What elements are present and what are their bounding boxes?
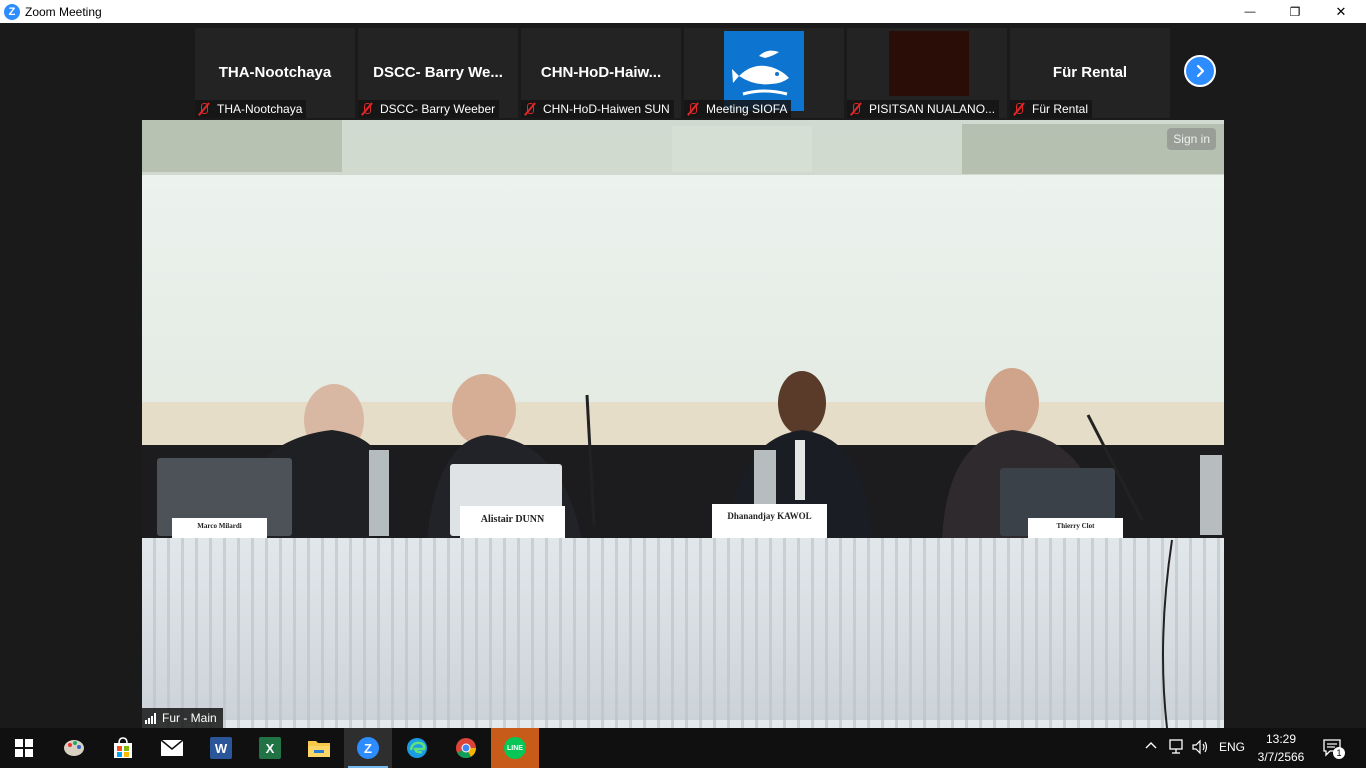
notification-count-badge: 1 [1333,747,1345,759]
taskbar-clock[interactable]: 13:29 3/7/2566 [1254,730,1308,766]
edge-browser-icon [407,738,427,758]
line-icon: LINE [504,737,526,759]
fish-logo-icon [732,50,789,96]
siofa-logo [724,31,804,111]
windows-taskbar: W X Z LINE ENG 13:29 3/7/2566 1 [0,728,1366,768]
participant-label: Für Rental [1010,100,1093,118]
excel-icon: X [259,737,281,759]
taskbar-paint-app[interactable] [50,728,98,768]
participant-thumbnail[interactable]: CHN-HoD-Haiw... CHN-HoD-Haiwen SUN [521,28,681,118]
clock-date: 3/7/2566 [1257,750,1305,764]
zoom-icon: Z [357,737,379,759]
taskbar-chrome-app[interactable] [442,728,490,768]
show-hidden-icons-button[interactable] [1143,738,1159,759]
participant-label: DSCC- Barry Weeber [358,100,500,118]
sign-in-button[interactable]: Sign in [1167,128,1216,150]
mic-muted-icon [523,102,537,116]
meeting-area: THA-Nootchaya THA-Nootchaya DSCC- Barry … [0,23,1366,728]
volume-tray-button[interactable] [1191,738,1209,761]
folder-icon [308,741,330,757]
close-button[interactable]: ✕ [1318,0,1364,23]
participant-thumbnail[interactable]: PISITSAN NUALANO... [847,28,1007,118]
zoom-icon-letter: Z [8,5,16,18]
clock-time: 13:29 [1265,732,1297,746]
network-tray-button[interactable] [1167,738,1187,761]
taskbar-mail-app[interactable] [148,728,196,768]
network-icon [1169,739,1183,754]
participant-display-name: DSCC- Barry We... [373,64,503,81]
participant-display-name: Für Rental [1052,64,1128,81]
start-button[interactable] [0,728,48,768]
zoom-app-icon: Z [4,3,20,20]
conference-panel-scene [142,120,1224,728]
paint-palette-icon [64,740,84,756]
active-speaker-name: Fur - Main [162,711,217,725]
minimize-button[interactable]: — [1227,0,1273,23]
name-plate: Dhanandjay KAWOL [727,511,812,521]
mic-muted-icon [197,102,211,116]
participant-label-text: THA-Nootchaya [217,102,303,116]
name-plate: Alistair DUNN [480,514,545,525]
participant-thumbnail[interactable]: DSCC- Barry We... DSCC- Barry Weeber [358,28,518,118]
volume-icon [1192,739,1208,755]
taskbar-excel-app[interactable]: X [246,728,294,768]
participant-thumbnail[interactable]: Für Rental Für Rental [1010,28,1170,118]
participant-label: PISITSAN NUALANO... [847,100,1000,118]
name-plate: Thierry Clot [1056,522,1095,530]
participant-label: CHN-HoD-Haiwen SUN [521,100,674,118]
participant-label-text: PISITSAN NUALANO... [869,102,996,116]
taskbar-file-explorer[interactable] [295,728,343,768]
participant-label: Meeting SIOFA [684,100,792,118]
mail-icon [160,739,184,756]
participant-video [889,31,969,96]
windows-icon [15,739,33,757]
participant-thumbnail[interactable]: THA-Nootchaya THA-Nootchaya [195,28,355,118]
action-center-button[interactable]: 1 [1322,737,1345,764]
participant-display-name: CHN-HoD-Haiw... [540,64,662,81]
taskbar-zoom-app[interactable]: Z [344,728,392,768]
taskbar-edge-app[interactable] [393,728,441,768]
restore-button[interactable]: ❐ [1272,0,1318,23]
next-participants-button[interactable] [1184,55,1216,87]
name-plate: Marco Milardi [197,522,242,530]
title-bar: Z Zoom Meeting — ❐ ✕ [0,0,1366,23]
window-title: Zoom Meeting [25,4,102,19]
word-icon: W [210,737,232,759]
restore-icon: ❐ [1289,4,1301,19]
participant-thumbnail[interactable]: Meeting SIOFA [684,28,844,118]
mic-muted-icon [849,102,863,116]
active-speaker-video[interactable]: Marco Milardi Alistair DUNN Dhanandjay K… [142,120,1224,728]
active-speaker-label: Fur - Main [142,708,223,728]
chrome-browser-icon [456,738,477,759]
participant-label-text: Meeting SIOFA [706,102,788,116]
mic-muted-icon [686,102,700,116]
network-signal-icon [145,712,157,724]
participant-label-text: Für Rental [1032,102,1089,116]
minimize-icon: — [1244,5,1256,18]
participant-display-name: THA-Nootchaya [218,64,332,81]
participant-label-text: DSCC- Barry Weeber [380,102,496,116]
taskbar-word-app[interactable]: W [197,728,245,768]
chevron-right-icon [1196,64,1205,78]
shopping-bag-icon [114,737,132,758]
taskbar-line-app[interactable]: LINE [491,728,539,768]
input-language-indicator[interactable]: ENG [1219,740,1245,754]
mic-muted-icon [1012,102,1026,116]
close-icon: ✕ [1335,3,1347,19]
participant-label-text: CHN-HoD-Haiwen SUN [543,102,670,116]
participant-label: THA-Nootchaya [195,100,307,118]
mic-muted-icon [360,102,374,116]
chevron-up-icon [1145,742,1157,749]
taskbar-store-app[interactable] [99,728,147,768]
